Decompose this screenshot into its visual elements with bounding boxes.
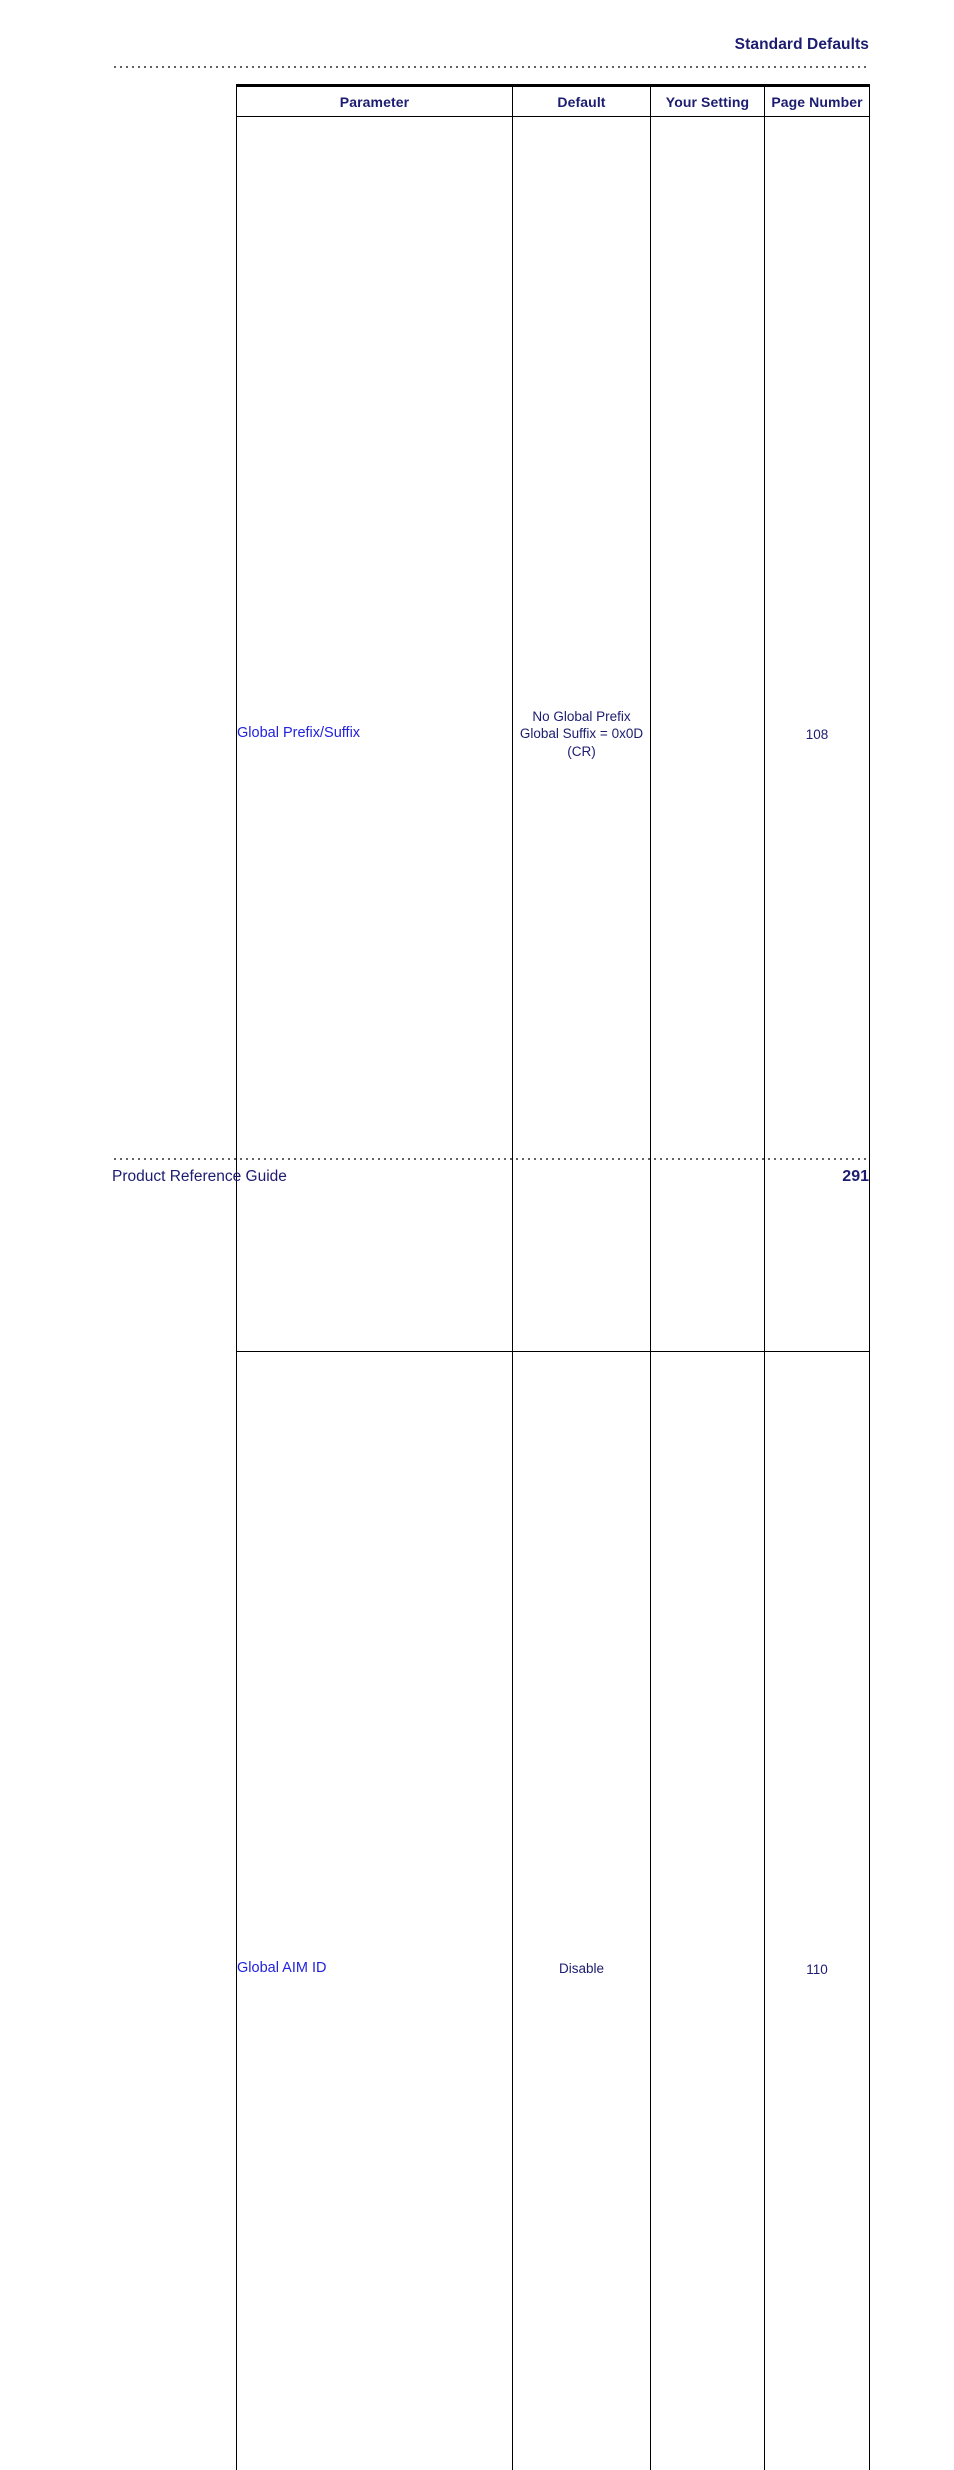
page-footer: Product Reference Guide 291 bbox=[112, 1168, 869, 1186]
table-header: Parameter Default Your Setting Page Numb… bbox=[237, 86, 870, 117]
header-dotted-rule bbox=[112, 66, 869, 68]
table-header-row: Parameter Default Your Setting Page Numb… bbox=[237, 86, 870, 117]
footer-document-name: Product Reference Guide bbox=[112, 1168, 287, 1186]
default-value: Disable bbox=[513, 1352, 651, 2470]
parameter-link[interactable]: Global AIM ID bbox=[237, 1352, 513, 2470]
your-setting-cell[interactable] bbox=[651, 117, 765, 1352]
table-row: Global AIM IDDisable 110 bbox=[237, 1352, 870, 2470]
table-body: Global Prefix/SuffixNo Global PrefixGlob… bbox=[237, 117, 870, 2470]
defaults-table-container: Parameter Default Your Setting Page Numb… bbox=[236, 84, 869, 2470]
standard-defaults-table: Parameter Default Your Setting Page Numb… bbox=[236, 84, 870, 2470]
footer-dotted-rule bbox=[112, 1158, 869, 1160]
page-number-cell: 108 bbox=[765, 117, 870, 1352]
column-header-page-number: Page Number bbox=[765, 86, 870, 117]
footer-page-number: 291 bbox=[842, 1168, 869, 1186]
document-page: Standard Defaults Parameter Default Your… bbox=[0, 0, 954, 1235]
parameter-link[interactable]: Global Prefix/Suffix bbox=[237, 117, 513, 1352]
column-header-default: Default bbox=[513, 86, 651, 117]
column-header-parameter: Parameter bbox=[237, 86, 513, 117]
page-number-cell: 110 bbox=[765, 1352, 870, 2470]
table-row: Global Prefix/SuffixNo Global PrefixGlob… bbox=[237, 117, 870, 1352]
your-setting-cell[interactable] bbox=[651, 1352, 765, 2470]
running-head: Standard Defaults bbox=[112, 36, 869, 54]
column-header-your-setting: Your Setting bbox=[651, 86, 765, 117]
default-value: No Global PrefixGlobal Suffix = 0x0D(CR) bbox=[513, 117, 651, 1352]
